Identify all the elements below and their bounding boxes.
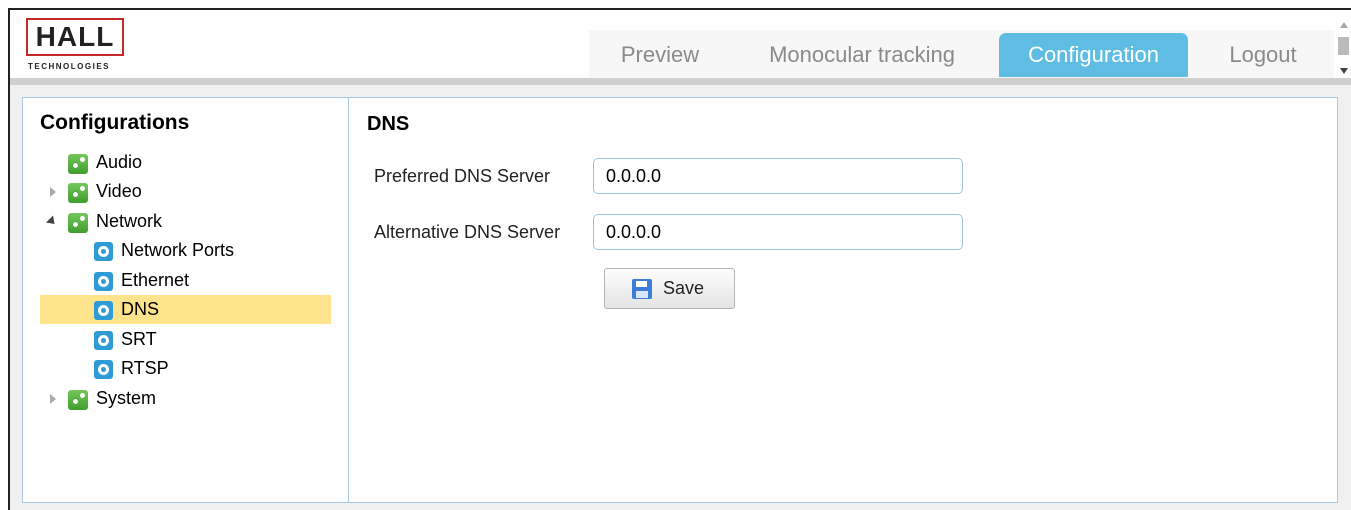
tree-item-label: Video — [96, 181, 142, 201]
cog-icon — [94, 301, 113, 320]
save-button[interactable]: Save — [604, 268, 735, 309]
alternative-dns-input[interactable] — [593, 214, 963, 250]
preferred-dns-label: Preferred DNS Server — [374, 166, 551, 186]
tab-configuration[interactable]: Configuration — [999, 33, 1188, 77]
expand-arrow-icon[interactable] — [50, 394, 56, 404]
floppy-disk-icon — [632, 279, 652, 299]
tree-item-network[interactable]: Network — [23, 207, 343, 235]
tree-item-dns[interactable]: DNS — [23, 295, 343, 323]
gear-icon — [68, 390, 88, 410]
gear-icon — [68, 213, 88, 233]
logo-subtitle: TECHNOLOGIES — [28, 62, 111, 71]
tab-monocular-tracking[interactable]: Monocular tracking — [752, 33, 972, 77]
logo-name: HALL — [26, 18, 124, 56]
tree-item-system[interactable]: System — [23, 384, 343, 412]
config-panel: Configurations Audio Video Network Netwo… — [22, 97, 1338, 503]
tree-item-network-ports[interactable]: Network Ports — [23, 236, 343, 264]
tree-item-srt[interactable]: SRT — [23, 325, 343, 353]
config-sidebar: Configurations Audio Video Network Netwo… — [23, 98, 349, 502]
tree-item-label: Network — [96, 211, 163, 231]
preferred-dns-input[interactable] — [593, 158, 963, 194]
tree-item-ethernet[interactable]: Ethernet — [23, 266, 343, 294]
hall-logo: HALL TECHNOLOGIES — [26, 18, 146, 80]
cog-icon — [94, 360, 113, 379]
cog-icon — [94, 331, 113, 350]
tree-item-label: System — [96, 388, 157, 408]
dns-settings: DNS Preferred DNS Server Alternative DNS… — [349, 98, 1337, 502]
tree-item-label: RTSP — [121, 358, 169, 378]
tree-item-label: Audio — [96, 152, 143, 172]
tree-item-rtsp[interactable]: RTSP — [23, 354, 343, 382]
tree-item-label: DNS — [121, 299, 160, 319]
page-scrollbar[interactable] — [1336, 10, 1351, 80]
tree-item-label: Network Ports — [121, 240, 235, 260]
save-button-label: Save — [663, 278, 705, 298]
tab-logout[interactable]: Logout — [1208, 33, 1318, 77]
cog-icon — [94, 242, 113, 261]
scroll-down-icon[interactable] — [1340, 68, 1348, 74]
header-divider — [10, 78, 1351, 85]
collapse-arrow-icon[interactable] — [45, 215, 59, 228]
gear-icon — [68, 154, 88, 174]
expand-arrow-icon[interactable] — [50, 187, 56, 197]
tab-preview[interactable]: Preview — [597, 33, 723, 77]
cog-icon — [94, 272, 113, 291]
alternative-dns-label: Alternative DNS Server — [374, 222, 561, 242]
sidebar-title: Configurations — [40, 111, 190, 134]
scroll-up-icon[interactable] — [1340, 22, 1348, 28]
scroll-thumb[interactable] — [1338, 37, 1349, 55]
section-title: DNS — [367, 113, 410, 135]
gear-icon — [68, 183, 88, 203]
tree-item-label: SRT — [121, 329, 157, 349]
tree-item-audio[interactable]: Audio — [23, 148, 343, 176]
tree-item-video[interactable]: Video — [23, 177, 343, 205]
tree-item-label: Ethernet — [121, 270, 190, 290]
